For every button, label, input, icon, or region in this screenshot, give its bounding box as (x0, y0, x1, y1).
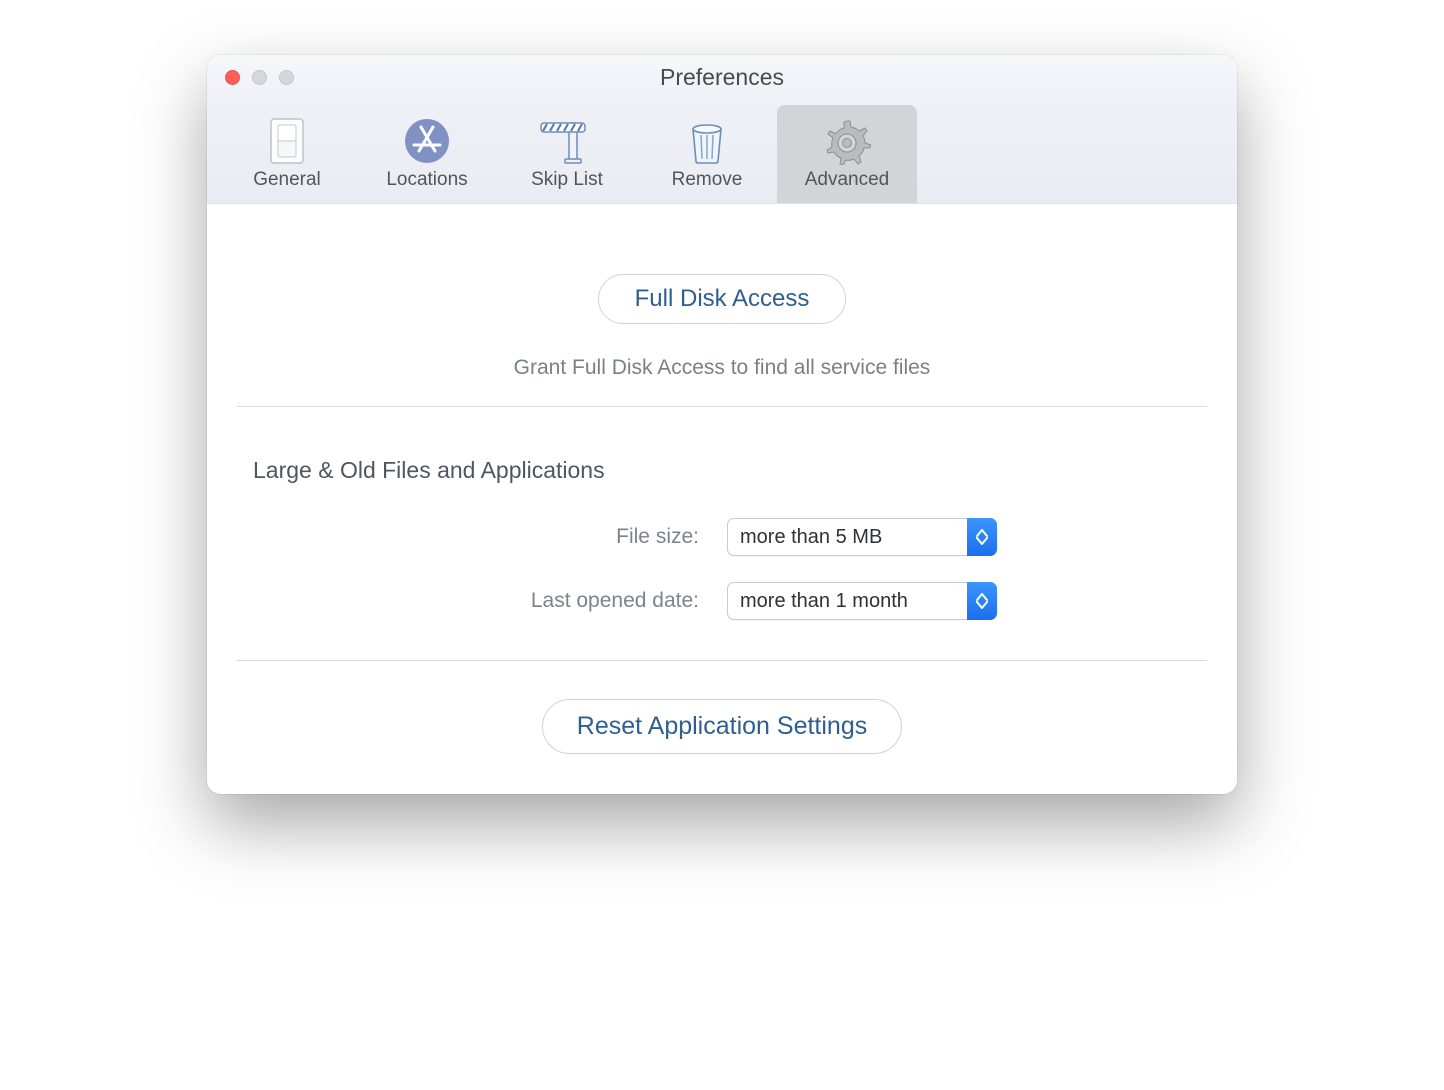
last-opened-value: more than 1 month (740, 590, 908, 613)
divider (237, 660, 1207, 661)
preferences-toolbar: General Locations (207, 99, 1237, 204)
tab-label: Locations (386, 169, 467, 191)
titlebar: Preferences (207, 55, 1237, 99)
file-size-select[interactable]: more than 5 MB (727, 518, 997, 556)
last-opened-select[interactable]: more than 1 month (727, 582, 997, 620)
chevron-up-down-icon (967, 518, 997, 556)
last-opened-row: Last opened date: more than 1 month (237, 582, 1207, 620)
switch-icon (270, 115, 304, 167)
reset-application-settings-button[interactable]: Reset Application Settings (542, 699, 902, 754)
trash-icon (687, 115, 727, 167)
preferences-window: Preferences General (207, 55, 1237, 794)
appstore-icon (403, 115, 451, 167)
tab-advanced[interactable]: Advanced (777, 105, 917, 203)
advanced-pane: Full Disk Access Grant Full Disk Access … (207, 204, 1237, 794)
tab-skip-list[interactable]: Skip List (497, 105, 637, 203)
tab-remove[interactable]: Remove (637, 105, 777, 203)
file-size-value: more than 5 MB (740, 526, 882, 549)
file-size-row: File size: more than 5 MB (237, 518, 1207, 556)
barrier-icon (539, 115, 595, 167)
last-opened-label: Last opened date: (237, 589, 727, 613)
tab-label: Skip List (531, 169, 603, 191)
tab-label: Advanced (805, 169, 890, 191)
full-disk-access-hint: Grant Full Disk Access to find all servi… (237, 356, 1207, 380)
full-disk-access-button[interactable]: Full Disk Access (598, 274, 847, 324)
tab-general[interactable]: General (217, 105, 357, 203)
window-title: Preferences (207, 64, 1237, 91)
tab-label: Remove (672, 169, 743, 191)
gear-icon (823, 115, 871, 167)
section-title: Large & Old Files and Applications (253, 457, 1207, 484)
divider (237, 406, 1207, 407)
chevron-up-down-icon (967, 582, 997, 620)
tab-label: General (253, 169, 321, 191)
tab-locations[interactable]: Locations (357, 105, 497, 203)
file-size-label: File size: (237, 525, 727, 549)
